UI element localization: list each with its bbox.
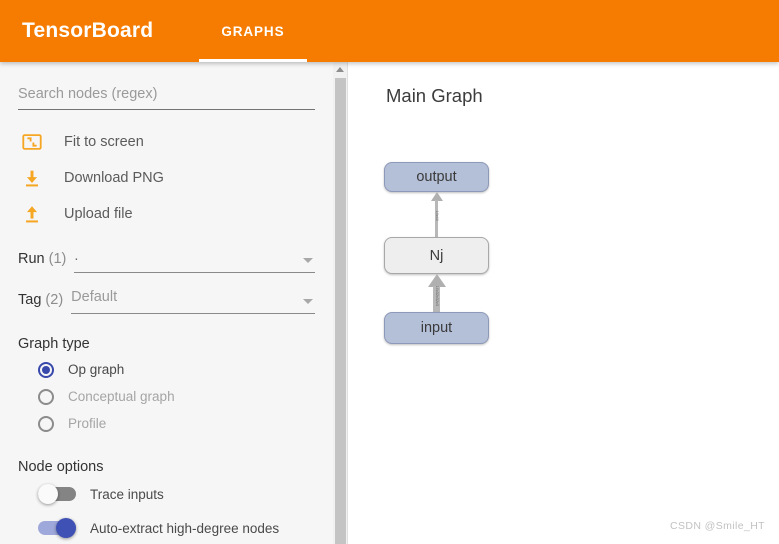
tab-graphs-label: GRAPHS: [221, 23, 285, 39]
tag-selector-control[interactable]: Default: [71, 287, 315, 314]
run-label-text: Run: [18, 251, 45, 267]
action-list: Fit to screen Download PNG Upload file: [18, 124, 315, 232]
fit-to-screen-button[interactable]: Fit to screen: [18, 124, 315, 160]
run-selector-value: .: [74, 248, 79, 264]
tag-label-text: Tag: [18, 292, 42, 308]
toggle-trace-inputs-label: Trace inputs: [90, 486, 164, 502]
fit-to-screen-label: Fit to screen: [64, 134, 144, 150]
radio-conceptual-graph-label: Conceptual graph: [68, 389, 175, 404]
toggle-auto-extract-switch[interactable]: [38, 518, 76, 538]
graph-node-nj-label: Nj: [429, 247, 444, 264]
tag-count: (2): [45, 292, 64, 308]
node-options-title: Node options: [18, 459, 104, 475]
radio-op-graph-label: Op graph: [68, 362, 125, 377]
controls-sidebar: Fit to screen Download PNG: [0, 62, 333, 544]
radio-conceptual-graph[interactable]: Conceptual graph: [38, 383, 315, 410]
run-selector[interactable]: Run (1) .: [18, 246, 315, 273]
upload-file-button[interactable]: Upload file: [18, 196, 315, 232]
radio-conceptual-graph-indicator[interactable]: [38, 388, 54, 405]
graph-node-output-label: output: [416, 169, 457, 185]
edge-shaft: [435, 200, 438, 237]
tab-graphs[interactable]: GRAPHS: [199, 0, 307, 62]
download-icon: [18, 164, 46, 192]
search-field: [18, 84, 315, 110]
tag-selector-value: Default: [71, 289, 118, 305]
search-input[interactable]: [18, 84, 315, 109]
run-selector-label: Run (1): [18, 251, 66, 273]
search-underline: [18, 109, 315, 110]
radio-profile-label: Profile: [68, 416, 107, 431]
app-brand: TensorBoard: [22, 19, 154, 42]
radio-profile[interactable]: Profile: [38, 410, 315, 437]
graph-node-input[interactable]: input: [384, 312, 489, 344]
radio-op-graph[interactable]: Op graph: [38, 356, 315, 383]
toggle-knob: [56, 518, 76, 538]
download-png-label: Download PNG: [64, 170, 164, 186]
toggle-auto-extract-label: Auto-extract high-degree nodes: [90, 520, 280, 536]
body-area: Fit to screen Download PNG: [0, 62, 779, 544]
download-png-button[interactable]: Download PNG: [18, 160, 315, 196]
graph-node-output[interactable]: output: [384, 162, 489, 192]
run-selector-underline: [74, 272, 315, 273]
graph-edge-input-to-nj[interactable]: 10x32x32x3: [427, 274, 446, 312]
chevron-down-icon[interactable]: [303, 299, 313, 304]
run-count: (1): [48, 251, 67, 267]
run-selector-control[interactable]: .: [74, 246, 315, 273]
sidebar-scrollbar[interactable]: [333, 62, 348, 544]
graph-canvas[interactable]: Main Graph output 10x10 Nj 10x32x32x3 in…: [349, 62, 779, 544]
graph-type-title: Graph type: [18, 336, 90, 352]
graph-node-input-label: input: [420, 320, 453, 336]
toggle-trace-inputs-switch[interactable]: [38, 484, 76, 504]
scroll-up-arrow-glyph: [336, 66, 344, 72]
edge-shaft: [433, 286, 440, 312]
app-header: TensorBoard GRAPHS: [0, 0, 779, 62]
chevron-down-icon[interactable]: [303, 258, 313, 263]
scroll-up-arrow-icon[interactable]: [333, 62, 347, 76]
tag-selector-underline: [71, 313, 315, 314]
upload-file-label: Upload file: [64, 206, 133, 222]
tensorboard-app: TensorBoard GRAPHS Search nodes (regex) …: [0, 0, 779, 544]
radio-op-graph-indicator[interactable]: [38, 361, 54, 378]
toggle-trace-inputs[interactable]: Trace inputs: [38, 479, 315, 509]
graph-title: Main Graph: [386, 85, 483, 106]
tag-selector[interactable]: Tag (2) Default: [18, 287, 315, 314]
header-tabs: GRAPHS: [199, 0, 307, 62]
graph-edge-nj-to-output[interactable]: 10x10: [430, 192, 443, 237]
watermark: CSDN @Smile_HT: [669, 520, 765, 532]
radio-profile-indicator[interactable]: [38, 415, 54, 432]
tag-selector-label: Tag (2): [18, 292, 63, 314]
toggle-knob: [38, 484, 58, 504]
scrollbar-thumb[interactable]: [335, 78, 346, 544]
upload-icon: [18, 200, 46, 228]
toggle-auto-extract[interactable]: Auto-extract high-degree nodes: [38, 513, 315, 543]
graph-node-nj[interactable]: Nj: [384, 237, 489, 274]
fit-to-screen-icon: [18, 128, 46, 156]
